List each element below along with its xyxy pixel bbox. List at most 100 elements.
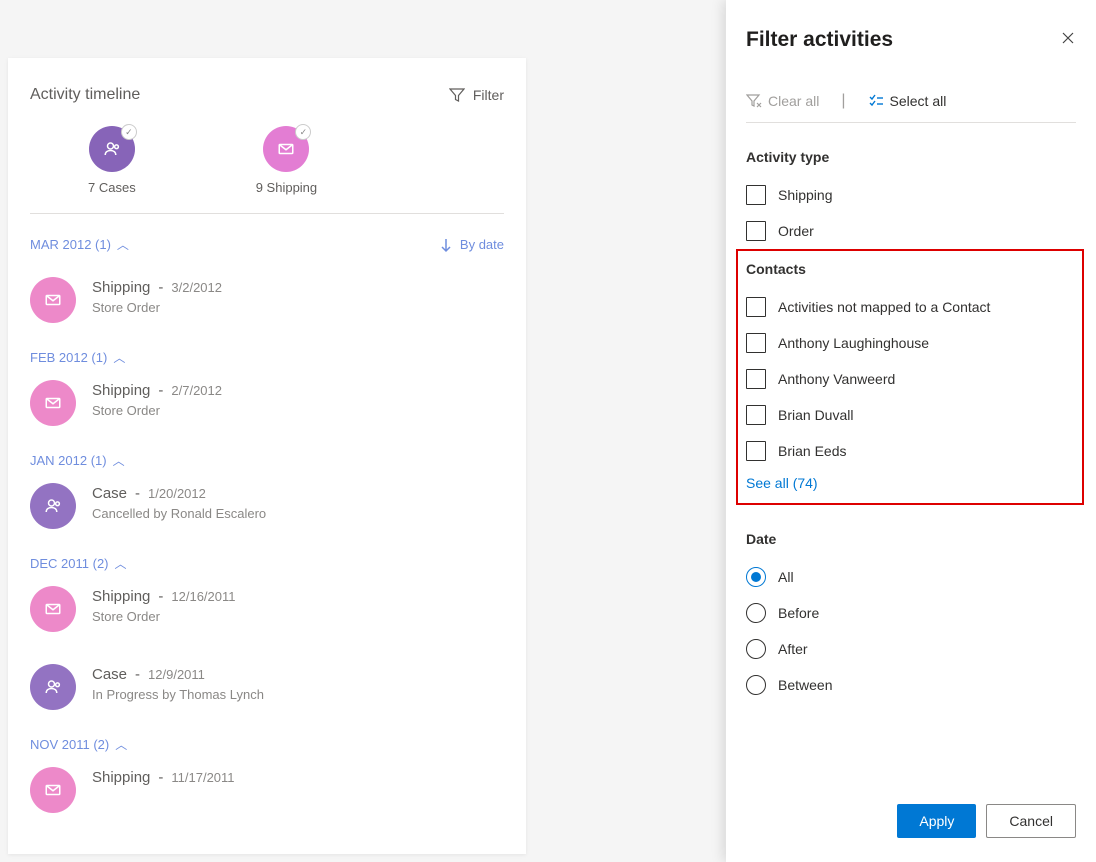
funnel-icon [449, 87, 465, 103]
entry-type: Shipping [92, 588, 150, 605]
clear-all-label: Clear all [768, 93, 819, 109]
summary-shipping[interactable]: ✓ 9 Shipping [256, 126, 317, 195]
contacts-title: Contacts [746, 261, 1074, 277]
radio-icon [746, 639, 766, 659]
panel-toolbar: Clear all | Select all [746, 92, 1076, 123]
month-label: NOV 2011 (2) [30, 737, 109, 752]
filter-panel: Filter activities Clear all | Select all… [726, 0, 1096, 862]
month-label: FEB 2012 (1) [30, 350, 107, 365]
timeline-entry[interactable]: Case - 1/20/2012 Cancelled by Ronald Esc… [30, 469, 504, 547]
month-toggle-feb-2012[interactable]: FEB 2012 (1) ︿ [30, 349, 504, 366]
sort-row: MAR 2012 (1) ︿ By date [30, 236, 504, 253]
filter-button-label: Filter [473, 87, 504, 103]
summary-shipping-label: 9 Shipping [256, 180, 317, 195]
funnel-clear-icon [746, 93, 762, 109]
radio-label: All [778, 569, 794, 585]
summary-row: ✓ 7 Cases ✓ 9 Shipping [30, 126, 504, 214]
month-label: JAN 2012 (1) [30, 453, 107, 468]
radio-icon [746, 567, 766, 587]
entry-date: 1/20/2012 [148, 486, 206, 501]
envelope-icon [30, 380, 76, 426]
select-all-button[interactable]: Select all [868, 93, 947, 109]
checkbox-contact[interactable]: Brian Eeds [746, 433, 1074, 469]
entry-body: Shipping - 3/2/2012 Store Order [92, 277, 222, 315]
entry-date: 12/9/2011 [148, 667, 205, 682]
entry-sub: Store Order [92, 300, 222, 315]
panel-footer: Apply Cancel [897, 804, 1076, 838]
month-toggle-nov-2011[interactable]: NOV 2011 (2) ︿ [30, 736, 504, 753]
date-title: Date [746, 531, 1076, 547]
close-icon [1060, 30, 1076, 46]
checkbox-icon [746, 333, 766, 353]
radio-label: Before [778, 605, 819, 621]
select-all-label: Select all [890, 93, 947, 109]
radio-icon [746, 675, 766, 695]
entry-type: Shipping [92, 382, 150, 399]
month-toggle-mar-2012[interactable]: MAR 2012 (1) ︿ [30, 236, 129, 253]
entry-date: 11/17/2011 [171, 770, 234, 785]
summary-cases[interactable]: ✓ 7 Cases [88, 126, 136, 195]
radio-between[interactable]: Between [746, 667, 1076, 703]
checkbox-icon [746, 297, 766, 317]
activity-type-title: Activity type [746, 149, 1076, 165]
checkbox-icon [746, 405, 766, 425]
entry-sub: Cancelled by Ronald Escalero [92, 506, 266, 521]
chevron-up-icon: ︿ [117, 236, 129, 253]
entry-sub: In Progress by Thomas Lynch [92, 687, 264, 702]
month-toggle-jan-2012[interactable]: JAN 2012 (1) ︿ [30, 452, 504, 469]
checkbox-contact[interactable]: Anthony Vanweerd [746, 361, 1074, 397]
checkbox-contact[interactable]: Anthony Laughinghouse [746, 325, 1074, 361]
summary-cases-label: 7 Cases [88, 180, 136, 195]
envelope-icon [30, 277, 76, 323]
sort-by-button[interactable]: By date [438, 237, 504, 253]
timeline-entry[interactable]: Case - 12/9/2011 In Progress by Thomas L… [30, 650, 504, 728]
checkbox-label: Brian Duvall [778, 407, 853, 423]
radio-label: Between [778, 677, 832, 693]
month-label: DEC 2011 (2) [30, 556, 109, 571]
toolbar-divider: | [841, 92, 845, 110]
radio-all[interactable]: All [746, 559, 1076, 595]
sort-by-label: By date [460, 237, 504, 252]
entry-type: Case [92, 485, 127, 502]
envelope-icon [30, 586, 76, 632]
apply-button[interactable]: Apply [897, 804, 976, 838]
shipping-icon: ✓ [263, 126, 309, 172]
select-all-icon [868, 93, 884, 109]
cases-icon: ✓ [89, 126, 135, 172]
checkbox-contact[interactable]: Brian Duvall [746, 397, 1074, 433]
person-icon [30, 483, 76, 529]
contacts-section-highlight: Contacts Activities not mapped to a Cont… [736, 249, 1084, 505]
chevron-up-icon: ︿ [113, 452, 125, 469]
timeline-title: Activity timeline [30, 86, 140, 104]
checkbox-shipping[interactable]: Shipping [746, 177, 1076, 213]
timeline-entry[interactable]: Shipping - 2/7/2012 Store Order [30, 366, 504, 444]
clear-all-button[interactable]: Clear all [746, 93, 819, 109]
timeline-entry[interactable]: Shipping - 3/2/2012 Store Order [30, 263, 504, 341]
close-button[interactable] [1060, 30, 1076, 51]
radio-after[interactable]: After [746, 631, 1076, 667]
activity-timeline-card: Activity timeline Filter ✓ 7 Cases ✓ 9 S… [8, 58, 526, 854]
timeline-entry[interactable]: Shipping - 12/16/2011 Store Order [30, 572, 504, 650]
checkbox-contact[interactable]: Activities not mapped to a Contact [746, 289, 1074, 325]
chevron-up-icon: ︿ [115, 555, 127, 572]
chevron-up-icon: ︿ [115, 736, 127, 753]
see-all-contacts-link[interactable]: See all (74) [746, 475, 818, 491]
timeline-entry[interactable]: Shipping - 11/17/2011 [30, 753, 504, 831]
radio-before[interactable]: Before [746, 595, 1076, 631]
cancel-button[interactable]: Cancel [986, 804, 1076, 838]
checkbox-icon [746, 441, 766, 461]
checkbox-order[interactable]: Order [746, 213, 1076, 249]
month-toggle-dec-2011[interactable]: DEC 2011 (2) ︿ [30, 555, 504, 572]
envelope-icon [30, 767, 76, 813]
filter-button[interactable]: Filter [449, 87, 504, 103]
panel-header: Filter activities [746, 28, 1076, 52]
radio-icon [746, 603, 766, 623]
checkbox-label: Brian Eeds [778, 443, 846, 459]
chevron-up-icon: ︿ [113, 349, 125, 366]
checkbox-label: Order [778, 223, 814, 239]
entry-date: 3/2/2012 [171, 280, 222, 295]
checkbox-icon [746, 369, 766, 389]
month-label: MAR 2012 (1) [30, 237, 111, 252]
arrow-down-icon [438, 237, 454, 253]
checkbox-label: Anthony Laughinghouse [778, 335, 929, 351]
